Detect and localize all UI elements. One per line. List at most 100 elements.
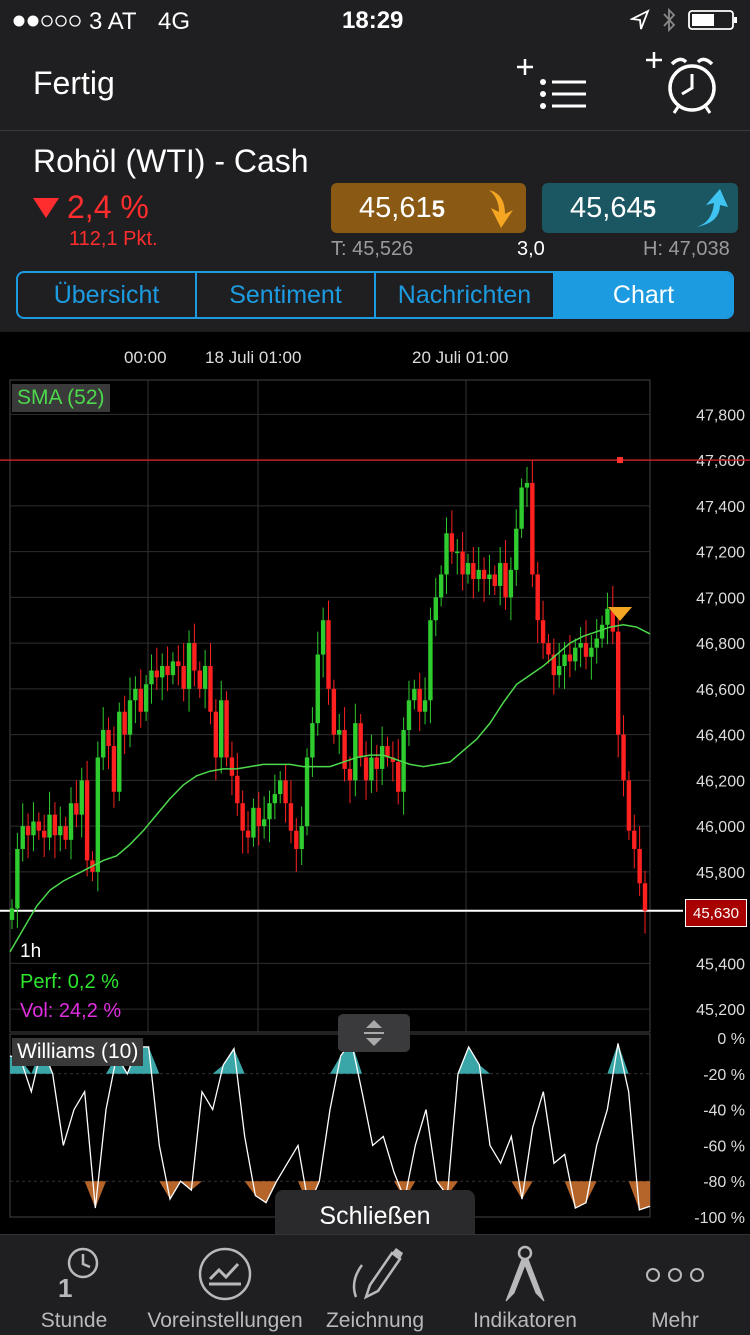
candle-body (557, 666, 561, 675)
candle-body (262, 819, 266, 826)
candle-body (337, 730, 341, 735)
candle-body (578, 643, 582, 648)
buy-arrow-icon (692, 187, 730, 234)
price-tick-label: 46,600 (696, 682, 745, 699)
price-tick-label: 45,400 (696, 956, 745, 973)
candle-body (42, 831, 46, 838)
candle-body (101, 730, 105, 757)
candle-body (53, 815, 57, 836)
add-alarm-icon[interactable] (642, 50, 722, 120)
signal-dots-icon (12, 10, 82, 38)
williams-tick-label: -20 % (703, 1067, 745, 1084)
candle-body (203, 666, 207, 689)
tab-overview[interactable]: Übersicht (18, 273, 197, 317)
resize-arrows-icon (338, 1014, 410, 1052)
candle-body (536, 574, 540, 620)
candle-body (289, 803, 293, 830)
price-tick-label: 46,000 (696, 819, 745, 836)
candle-body (498, 563, 502, 586)
candle-body (21, 826, 25, 849)
toolbar-presets-label: Voreinstellungen (147, 1309, 302, 1333)
candle-body (251, 808, 255, 838)
candle-body (573, 648, 577, 662)
done-button[interactable]: Fertig (33, 65, 115, 102)
candle-body (493, 574, 497, 585)
price-tick-label: 47,200 (696, 545, 745, 562)
price-tick-label: 47,600 (696, 453, 745, 470)
candle-body (160, 666, 164, 677)
candle-body (519, 488, 523, 529)
candle-body (643, 883, 647, 910)
williams-line (10, 1042, 650, 1210)
network-label: 4G (158, 8, 190, 36)
candle-body (240, 803, 244, 830)
presets-chart-icon (196, 1247, 254, 1305)
candle-body (155, 671, 159, 678)
candle-body (541, 620, 545, 643)
candle-body (187, 643, 191, 689)
toolbar-more-label: Mehr (651, 1309, 699, 1333)
williams-tick-label: -80 % (703, 1174, 745, 1191)
resize-handle[interactable] (338, 1014, 410, 1052)
price-tick-label: 46,200 (696, 773, 745, 790)
price-chart: 47,80047,60047,40047,20047,00046,80046,6… (0, 332, 750, 1234)
battery-icon (688, 9, 740, 38)
candle-body (455, 552, 459, 554)
chart-area[interactable]: 00:00 18 Juli 01:00 20 Juli 01:00 47,800… (0, 332, 750, 1234)
candle-body (278, 780, 282, 794)
bluetooth-icon (661, 7, 677, 40)
tab-sentiment[interactable]: Sentiment (197, 273, 376, 317)
candle-body (117, 712, 121, 792)
williams-label: Williams (10) (12, 1038, 143, 1066)
candle-body (595, 639, 599, 648)
toolbar-hour[interactable]: 1 Stunde (10, 1235, 138, 1335)
candle-body (106, 730, 110, 746)
candle-body (621, 735, 625, 781)
candle-body (257, 808, 261, 826)
candle-body (112, 746, 116, 792)
candle-body (616, 632, 620, 735)
candle-body (80, 780, 84, 814)
candle-body (423, 700, 427, 711)
toolbar-indicators[interactable]: Indikatoren (460, 1235, 590, 1335)
vol-label: Vol: 24,2 % (20, 1000, 121, 1023)
change-percent: 2,4 % (67, 189, 149, 226)
candle-body (627, 780, 631, 830)
candle-body (122, 712, 126, 735)
candle-body (348, 769, 352, 780)
candle-body (509, 570, 513, 597)
carrier-label: 3 AT (89, 8, 137, 36)
candle-body (31, 822, 35, 836)
tab-news[interactable]: Nachrichten (376, 273, 555, 317)
toolbar-more[interactable]: Mehr (620, 1235, 730, 1335)
candle-body (198, 671, 202, 689)
candle-body (364, 757, 368, 780)
candle-body (74, 803, 78, 814)
pencil-icon (346, 1245, 406, 1307)
instrument-name: Rohöl (WTI) - Cash (33, 143, 309, 180)
candle-body (267, 803, 271, 819)
candle-body (192, 643, 196, 670)
toolbar-presets[interactable]: Voreinstellungen (150, 1235, 300, 1335)
candle-body (230, 757, 234, 775)
candle-body (637, 849, 641, 883)
down-arrow-icon (33, 198, 59, 223)
toolbar-drawing[interactable]: Zeichnung (310, 1235, 440, 1335)
candle-body (144, 684, 148, 711)
compass-icon (500, 1243, 550, 1307)
buy-button[interactable]: 45,645 (542, 183, 738, 233)
candle-body (85, 780, 89, 860)
williams-tick-label: 0 % (717, 1031, 745, 1048)
high-price: H: 47,038 (643, 238, 730, 261)
alert-level-marker (617, 457, 623, 463)
candle-body (525, 483, 529, 488)
candle-body (37, 822, 41, 831)
candle-body (294, 831, 298, 849)
add-to-list-icon[interactable] (512, 55, 592, 120)
candle-body (224, 700, 228, 757)
tab-chart[interactable]: Chart (555, 273, 732, 317)
more-dots-icon (645, 1265, 705, 1285)
candle-body (321, 620, 325, 654)
candle-body (396, 762, 400, 792)
sell-button[interactable]: 45,615 (331, 183, 526, 233)
